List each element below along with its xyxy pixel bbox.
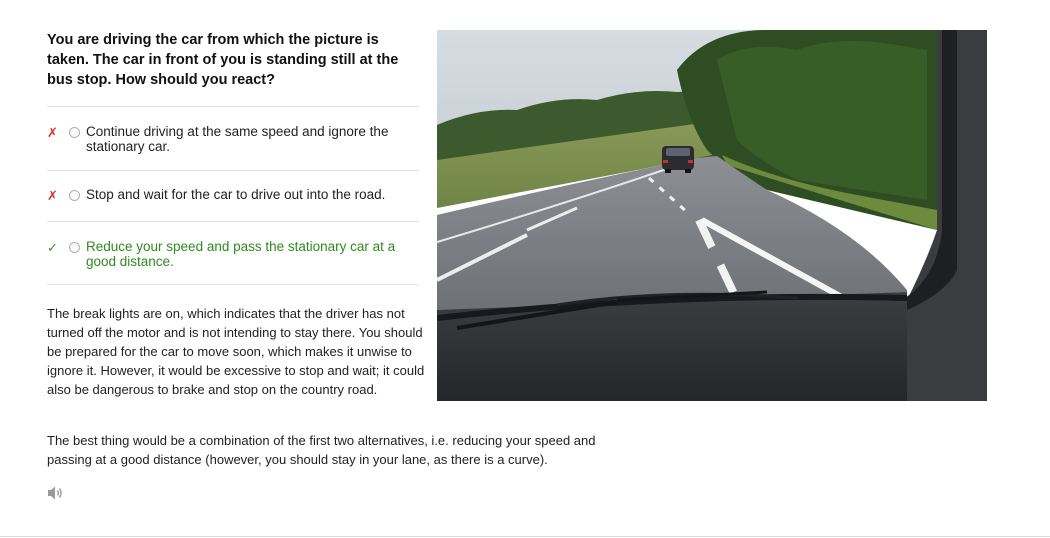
answer-option-3[interactable]: ✓ Reduce your speed and pass the station… <box>47 221 419 285</box>
answer-radio-2[interactable] <box>69 190 80 201</box>
answer-option-2[interactable]: ✗ Stop and wait for the car to drive out… <box>47 170 419 221</box>
answer-radio-3[interactable] <box>69 242 80 253</box>
explanation-paragraph-1: The break lights are on, which indicates… <box>47 306 425 397</box>
question-text: You are driving the car from which the p… <box>47 32 399 88</box>
answer-list: ✗ Continue driving at the same speed and… <box>47 106 419 285</box>
answer-label-3: Reduce your speed and pass the stationar… <box>86 239 396 269</box>
explanation-paragraph-2: The best thing would be a combination of… <box>47 433 596 467</box>
driving-scene-photo <box>437 30 987 401</box>
bottom-divider <box>0 536 1050 537</box>
answer-radio-1[interactable] <box>69 127 80 138</box>
wrong-mark-icon: ✗ <box>47 188 58 203</box>
wrong-mark-icon: ✗ <box>47 125 58 140</box>
answer-option-1[interactable]: ✗ Continue driving at the same speed and… <box>47 106 419 170</box>
check-mark-icon: ✓ <box>47 240 58 255</box>
answer-label-1: Continue driving at the same speed and i… <box>86 124 389 154</box>
answer-label-2: Stop and wait for the car to drive out i… <box>86 187 386 202</box>
speaker-icon[interactable] <box>47 485 65 501</box>
